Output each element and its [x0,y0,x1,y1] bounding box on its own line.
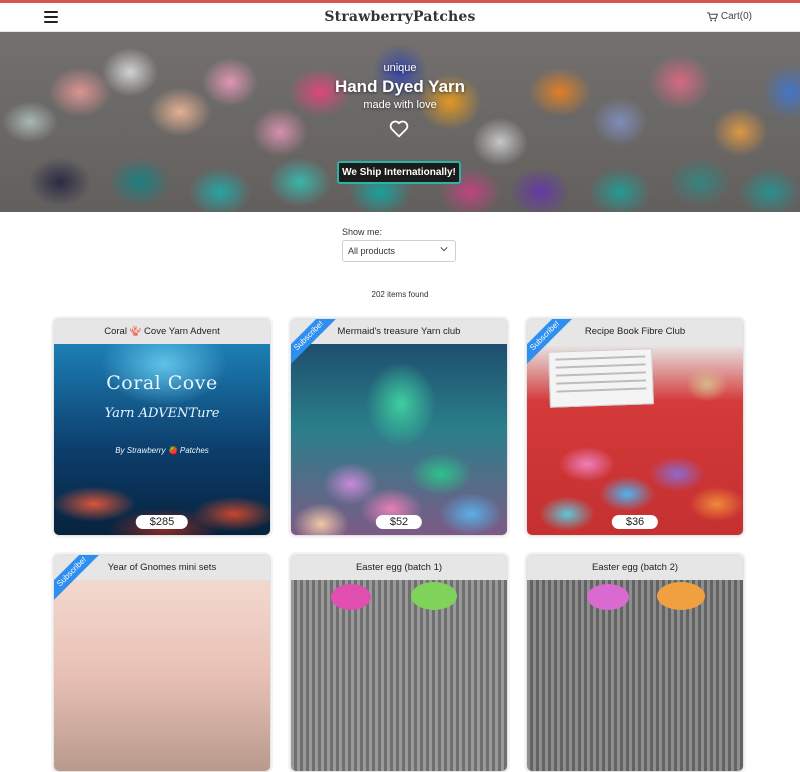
product-image [527,580,743,771]
product-card[interactable]: Easter egg (batch 2) [526,554,744,772]
yarn-skein [657,582,705,610]
product-card[interactable]: Coral 🪸 Cove Yarn Advent Coral Cove Yarn… [53,318,271,536]
product-filter-select[interactable]: All products [342,240,456,262]
product-title: Coral 🪸 Cove Yarn Advent [54,319,270,344]
hero-title: Hand Dyed Yarn [334,77,466,96]
yarn-skein [411,582,457,610]
product-image: $36 [527,344,743,535]
product-card[interactable]: Subscribe! Year of Gnomes mini sets [53,554,271,772]
hero-subtitle: made with love [363,99,437,111]
product-card[interactable]: Subscribe! Recipe Book Fibre Club $36 [526,318,744,536]
chevron-down-icon [440,247,448,252]
product-price: $52 [375,515,423,529]
cart-link[interactable]: Cart(0) [706,11,752,22]
product-image [54,580,270,771]
image-caption-byline: By Strawberry 🍓 Patches [115,446,209,455]
hero-eyebrow: unique [383,62,417,74]
product-price: $36 [611,515,659,529]
product-image: $52 [291,344,507,535]
product-card[interactable]: Subscribe! Mermaid's treasure Yarn club … [290,318,508,536]
cart-label: Cart(0) [720,11,752,22]
ship-internationally-button[interactable]: We Ship Internationally! [337,161,461,184]
filter-label: Show me: [342,227,383,237]
yarn-skein [331,584,371,610]
product-image [291,580,507,771]
site-logo[interactable]: StrawberryPatches [0,9,800,25]
filter-selected-value: All products [348,246,396,256]
top-navbar: StrawberryPatches Cart(0) [0,0,800,32]
image-caption-subtitle: Yarn ADVENTure [104,406,220,421]
product-price: $285 [135,515,189,529]
recipe-paper [548,348,654,408]
hero-banner: unique Hand Dyed Yarn made with love We … [0,32,800,212]
cart-icon [706,11,718,21]
results-count: 202 items found [371,290,429,299]
yarn-skein [587,584,629,610]
image-caption-title: Coral Cove [106,372,218,394]
product-image: Coral Cove Yarn ADVENTure By Strawberry … [54,344,270,535]
product-card[interactable]: Easter egg (batch 1) [290,554,508,772]
heart-icon [389,120,409,138]
product-title: Easter egg (batch 2) [527,555,743,580]
product-title: Easter egg (batch 1) [291,555,507,580]
